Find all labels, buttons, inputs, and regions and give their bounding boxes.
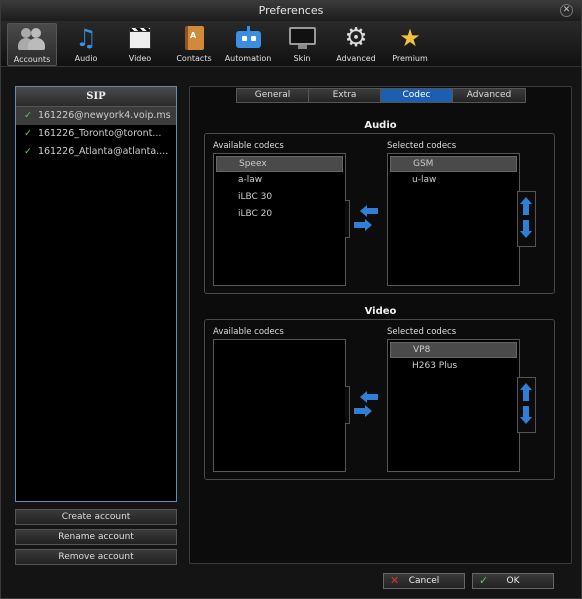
- tab-general[interactable]: General: [237, 89, 309, 102]
- toolbar-item-label: Premium: [392, 54, 428, 63]
- arrow-down-icon: [520, 220, 532, 238]
- tab-advanced[interactable]: Advanced: [453, 89, 525, 102]
- monitor-icon: [287, 25, 317, 51]
- rename-account-button[interactable]: Rename account: [15, 529, 177, 545]
- account-name: 161226_Toronto@toront...: [37, 128, 162, 139]
- list-item[interactable]: Speex: [216, 156, 343, 172]
- window-title: Preferences: [258, 4, 324, 17]
- create-account-button[interactable]: Create account: [15, 509, 177, 525]
- list-divider: [345, 200, 350, 238]
- video-available-label: Available codecs: [213, 327, 284, 337]
- clapperboard-icon: [125, 25, 155, 51]
- video-section-title: Video: [364, 306, 397, 317]
- toolbar-item-label: Advanced: [336, 54, 376, 63]
- list-item[interactable]: H263 Plus: [388, 358, 519, 375]
- move-up-button[interactable]: [520, 383, 532, 401]
- list-item[interactable]: iLBC 30: [214, 189, 345, 206]
- tab-bar: General Extra Codec Advanced: [236, 88, 526, 103]
- title-bar: Preferences ✕: [1, 1, 581, 21]
- address-book-icon: A: [179, 25, 209, 51]
- checkmark-icon: ✓: [24, 128, 32, 139]
- move-down-button[interactable]: [520, 220, 532, 238]
- arrow-up-icon: [520, 383, 532, 401]
- toolbar: Accounts ♫ Audio Video A Contacts Automa…: [1, 21, 581, 67]
- arrow-left-icon: [360, 391, 378, 403]
- gear-icon: ⚙: [344, 23, 368, 53]
- account-item[interactable]: ✓ 161226_Toronto@toront...: [16, 125, 176, 143]
- list-item[interactable]: iLBC 20: [214, 206, 345, 223]
- arrow-down-icon: [520, 406, 532, 424]
- list-item[interactable]: a-law: [214, 172, 345, 189]
- list-item[interactable]: u-law: [388, 172, 519, 189]
- video-selected-list[interactable]: VP8 H263 Plus: [387, 339, 520, 472]
- audio-selected-list[interactable]: GSM u-law: [387, 153, 520, 286]
- arrow-right-icon: [354, 405, 372, 417]
- remove-account-button[interactable]: Remove account: [15, 549, 177, 565]
- ok-label: OK: [506, 576, 520, 586]
- star-icon: ★: [399, 24, 421, 52]
- toolbar-item-premium[interactable]: ★ Premium: [385, 23, 435, 66]
- move-up-button[interactable]: [520, 197, 532, 215]
- account-name: 161226_Atlanta@atlanta....: [37, 146, 169, 157]
- arrow-up-icon: [520, 197, 532, 215]
- video-available-list[interactable]: [213, 339, 346, 472]
- move-right-button[interactable]: [354, 405, 372, 417]
- toolbar-item-accounts[interactable]: Accounts: [7, 23, 57, 66]
- robot-icon: [233, 25, 263, 51]
- cancel-button[interactable]: ✕ Cancel: [383, 573, 465, 589]
- preferences-window: Preferences ✕ Accounts ♫ Audio Video A C…: [0, 0, 582, 599]
- arrow-right-icon: [354, 219, 372, 231]
- account-item[interactable]: ✓ 161226@newyork4.voip.ms: [16, 107, 176, 125]
- audio-selected-label: Selected codecs: [387, 141, 457, 151]
- toolbar-item-video[interactable]: Video: [115, 23, 165, 66]
- list-divider: [345, 386, 350, 424]
- toolbar-item-label: Skin: [293, 54, 311, 63]
- audio-available-list[interactable]: Speex a-law iLBC 30 iLBC 20: [213, 153, 346, 286]
- tab-extra[interactable]: Extra: [309, 89, 381, 102]
- toolbar-item-audio[interactable]: ♫ Audio: [61, 23, 111, 66]
- account-item[interactable]: ✓ 161226_Atlanta@atlanta....: [16, 143, 176, 161]
- checkmark-icon: ✓: [24, 146, 32, 157]
- arrow-left-icon: [360, 205, 378, 217]
- video-selected-label: Selected codecs: [387, 327, 457, 337]
- move-left-button[interactable]: [360, 205, 378, 217]
- move-left-button[interactable]: [360, 391, 378, 403]
- toolbar-item-label: Automation: [224, 54, 272, 63]
- toolbar-item-label: Audio: [74, 54, 98, 63]
- accounts-icon: [17, 26, 47, 52]
- list-item[interactable]: GSM: [390, 156, 517, 172]
- checkmark-icon: ✓: [24, 110, 32, 121]
- ok-button[interactable]: ✓ OK: [472, 573, 554, 589]
- account-name: 161226@newyork4.voip.ms: [37, 110, 171, 121]
- audio-available-label: Available codecs: [213, 141, 284, 151]
- accounts-list: SIP ✓ 161226@newyork4.voip.ms ✓ 161226_Tor…: [15, 86, 177, 502]
- toolbar-item-skin[interactable]: Skin: [277, 23, 327, 66]
- toolbar-item-contacts[interactable]: A Contacts: [169, 23, 219, 66]
- music-note-icon: ♫: [75, 24, 97, 52]
- close-icon[interactable]: ✕: [560, 4, 573, 17]
- cancel-label: Cancel: [408, 576, 440, 586]
- tab-codec[interactable]: Codec: [381, 89, 453, 102]
- toolbar-item-label: Accounts: [13, 55, 51, 64]
- toolbar-item-label: Video: [128, 54, 152, 63]
- accounts-list-header: SIP: [16, 87, 176, 107]
- toolbar-item-advanced[interactable]: ⚙ Advanced: [331, 23, 381, 66]
- move-right-button[interactable]: [354, 219, 372, 231]
- audio-section-title: Audio: [364, 120, 397, 131]
- list-item[interactable]: VP8: [390, 342, 517, 358]
- toolbar-item-automation[interactable]: Automation: [223, 23, 273, 66]
- toolbar-item-label: Contacts: [176, 54, 212, 63]
- move-down-button[interactable]: [520, 406, 532, 424]
